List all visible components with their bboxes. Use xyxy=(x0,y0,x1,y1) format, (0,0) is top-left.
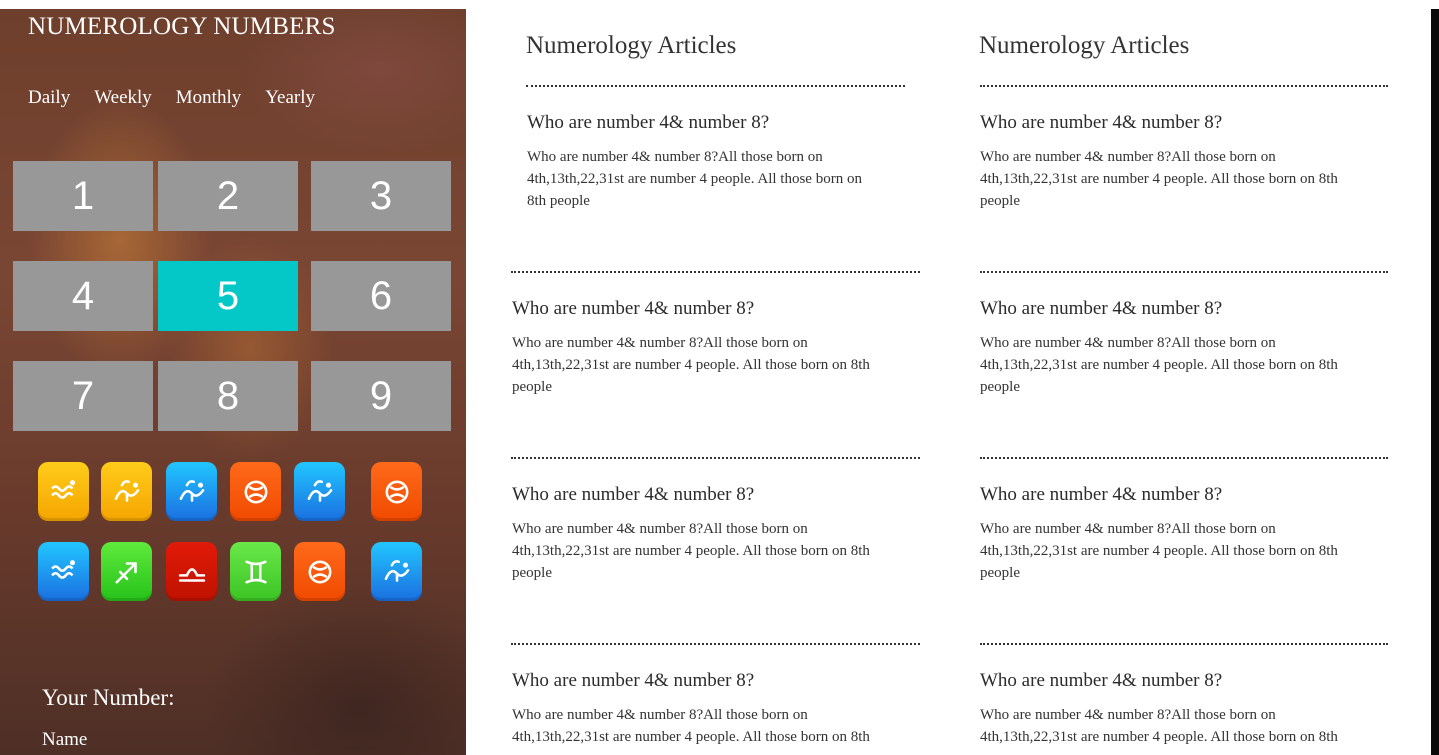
excerpt-line: 4th,13th,22,31st are number 4 people. Al… xyxy=(512,543,870,559)
excerpt-line: people xyxy=(512,565,552,581)
excerpt-line: 4th,13th,22,31st are number 4 people. Al… xyxy=(512,729,870,745)
capricorn-icon[interactable] xyxy=(371,542,422,601)
article-title[interactable]: Who are number 4& number 8? xyxy=(980,112,1222,134)
pisces-icon[interactable] xyxy=(294,542,345,601)
excerpt-line: Who are number 4& number 8?All those bor… xyxy=(512,707,808,723)
excerpt-line: 8th people xyxy=(527,193,590,209)
divider xyxy=(980,643,1388,645)
article-title[interactable]: Who are number 4& number 8? xyxy=(527,112,769,134)
excerpt-line: Who are number 4& number 8?All those bor… xyxy=(980,335,1276,351)
articles-heading-left: Numerology Articles xyxy=(526,32,737,59)
number-tile-5[interactable]: 5 xyxy=(158,261,298,331)
number-tile-1[interactable]: 1 xyxy=(13,161,153,231)
name-label: Name xyxy=(42,729,88,750)
excerpt-line: Who are number 4& number 8?All those bor… xyxy=(980,521,1276,537)
your-number-title: Your Number: xyxy=(42,685,175,710)
divider xyxy=(980,271,1388,273)
nav-daily-link[interactable]: Daily xyxy=(28,87,70,109)
excerpt-line: 4th,13th,22,31st are number 4 people. Al… xyxy=(980,357,1338,373)
article-title[interactable]: Who are number 4& number 8? xyxy=(980,670,1222,692)
sidebar: NUMEROLOGY NUMBERS Daily Weekly Monthly … xyxy=(0,9,466,755)
article-title[interactable]: Who are number 4& number 8? xyxy=(980,298,1222,320)
number-tile-8[interactable]: 8 xyxy=(158,361,298,431)
article-excerpt: Who are number 4& number 8?All those bor… xyxy=(512,704,912,748)
pisces-icon[interactable] xyxy=(371,462,422,521)
sagittarius-icon[interactable] xyxy=(101,542,152,601)
excerpt-line: Who are number 4& number 8?All those bor… xyxy=(980,149,1276,165)
articles-heading-right: Numerology Articles xyxy=(979,32,1190,59)
article-title[interactable]: Who are number 4& number 8? xyxy=(512,484,754,506)
capricorn-icon[interactable] xyxy=(101,462,152,521)
period-nav: Daily Weekly Monthly Yearly xyxy=(28,87,315,109)
nav-yearly-link[interactable]: Yearly xyxy=(265,87,315,109)
number-tile-3[interactable]: 3 xyxy=(311,161,451,231)
excerpt-line: Who are number 4& number 8?All those bor… xyxy=(527,149,823,165)
article-excerpt: Who are number 4& number 8?All those bor… xyxy=(527,146,907,212)
excerpt-line: Who are number 4& number 8?All those bor… xyxy=(980,707,1276,723)
excerpt-line: 4th,13th,22,31st are number 4 people. Al… xyxy=(980,543,1338,559)
nav-monthly-link[interactable]: Monthly xyxy=(176,87,241,109)
gemini-icon[interactable] xyxy=(230,542,281,601)
capricorn-icon[interactable] xyxy=(294,462,345,521)
excerpt-line: people xyxy=(980,193,1020,209)
divider xyxy=(511,643,920,645)
aquarius-icon[interactable] xyxy=(38,542,89,601)
number-tile-6[interactable]: 6 xyxy=(311,261,451,331)
site-title: NUMEROLOGY NUMBERS xyxy=(28,13,336,40)
excerpt-line: people xyxy=(512,379,552,395)
excerpt-line: 4th,13th,22,31st are number 4 people. Al… xyxy=(527,171,862,187)
excerpt-line: Who are number 4& number 8?All those bor… xyxy=(512,335,808,351)
divider xyxy=(511,271,920,273)
excerpt-line: 4th,13th,22,31st are number 4 people. Al… xyxy=(980,729,1338,745)
article-excerpt: Who are number 4& number 8?All those bor… xyxy=(512,332,912,398)
article-excerpt: Who are number 4& number 8?All those bor… xyxy=(980,332,1380,398)
number-tile-2[interactable]: 2 xyxy=(158,161,298,231)
excerpt-line: people xyxy=(980,379,1020,395)
number-tile-7[interactable]: 7 xyxy=(13,361,153,431)
pisces-icon[interactable] xyxy=(230,462,281,521)
top-strip xyxy=(0,0,1439,9)
scrollbar-edge xyxy=(1431,9,1439,755)
divider xyxy=(511,457,920,459)
excerpt-line: 4th,13th,22,31st are number 4 people. Al… xyxy=(980,171,1338,187)
excerpt-line: Who are number 4& number 8?All those bor… xyxy=(512,521,808,537)
libra-icon[interactable] xyxy=(166,542,217,601)
excerpt-line: people xyxy=(980,565,1020,581)
article-excerpt: Who are number 4& number 8?All those bor… xyxy=(980,146,1380,212)
article-excerpt: Who are number 4& number 8?All those bor… xyxy=(980,518,1380,584)
number-tile-9[interactable]: 9 xyxy=(311,361,451,431)
article-title[interactable]: Who are number 4& number 8? xyxy=(512,298,754,320)
nav-weekly-link[interactable]: Weekly xyxy=(94,87,152,109)
aquarius-icon[interactable] xyxy=(38,462,89,521)
number-tile-4[interactable]: 4 xyxy=(13,261,153,331)
divider xyxy=(980,85,1388,87)
capricorn-icon[interactable] xyxy=(166,462,217,521)
divider xyxy=(526,85,905,87)
article-title[interactable]: Who are number 4& number 8? xyxy=(980,484,1222,506)
divider xyxy=(980,457,1388,459)
excerpt-line: 4th,13th,22,31st are number 4 people. Al… xyxy=(512,357,870,373)
article-excerpt: Who are number 4& number 8?All those bor… xyxy=(512,518,912,584)
article-title[interactable]: Who are number 4& number 8? xyxy=(512,670,754,692)
article-excerpt: Who are number 4& number 8?All those bor… xyxy=(980,704,1380,748)
